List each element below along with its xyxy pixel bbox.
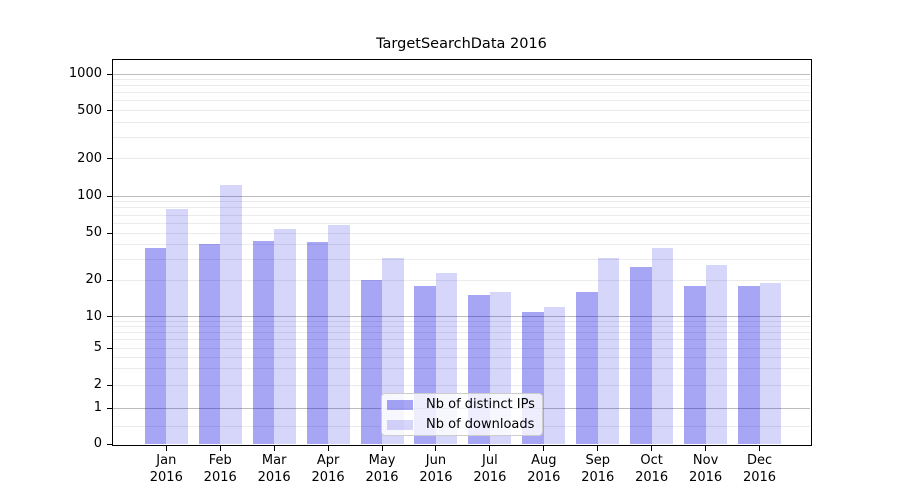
- y-tick-label: 5: [38, 340, 102, 356]
- y-tick-label: 50: [38, 225, 102, 241]
- x-tick-mark: [651, 446, 652, 451]
- y-tick-label: 1000: [38, 66, 102, 82]
- legend-label-downloads: Nb of downloads: [426, 417, 534, 432]
- bar-downloads-nov: [706, 265, 728, 444]
- gridline-minor: [113, 79, 810, 80]
- x-tick-label: Dec2016: [728, 453, 792, 486]
- bar-distinct-ips-dec: [738, 286, 760, 444]
- y-tick-label: 2: [38, 377, 102, 393]
- legend-swatch-downloads: [387, 420, 413, 430]
- gridline-minor: [113, 92, 810, 93]
- x-tick-mark: [597, 446, 598, 451]
- y-tick-label: 500: [38, 103, 102, 119]
- x-tick-year: 2016: [728, 470, 792, 487]
- y-tick-mark: [107, 233, 112, 234]
- bar-distinct-ips-oct: [630, 267, 652, 444]
- y-tick-mark: [107, 196, 112, 197]
- gridline-major: [113, 74, 810, 75]
- x-tick-mark: [382, 446, 383, 451]
- bar-downloads-jan: [166, 209, 188, 444]
- y-tick-label: 200: [38, 151, 102, 167]
- figure: TargetSearchData 2016 0 1 2 5 10 20 50 100 200 50…: [0, 0, 900, 500]
- x-tick-mark: [759, 446, 760, 451]
- bar-distinct-ips-apr: [307, 242, 329, 444]
- x-tick-mark: [705, 446, 706, 451]
- bar-downloads-dec: [760, 283, 782, 444]
- bar-downloads-feb: [220, 185, 242, 444]
- gridline-minor: [113, 158, 810, 159]
- gridline-minor: [113, 137, 810, 138]
- bar-downloads-apr: [328, 225, 350, 444]
- bar-distinct-ips-nov: [684, 286, 706, 444]
- gridline-major: [113, 196, 810, 197]
- y-tick-mark: [107, 158, 112, 159]
- bar-distinct-ips-mar: [253, 241, 275, 444]
- legend: Nb of distinct IPs Nb of downloads: [381, 393, 543, 436]
- gridline-minor: [113, 110, 810, 111]
- gridline-minor: [113, 85, 810, 86]
- x-tick-mark: [274, 446, 275, 451]
- x-tick-mark: [543, 446, 544, 451]
- bar-downloads-aug: [544, 307, 566, 444]
- bar-downloads-mar: [274, 229, 296, 444]
- bar-distinct-ips-feb: [199, 244, 221, 444]
- gridline-minor: [113, 215, 810, 216]
- x-tick-mark: [435, 446, 436, 451]
- legend-label-distinct-ips: Nb of distinct IPs: [426, 397, 535, 412]
- bar-distinct-ips-sep: [576, 292, 598, 444]
- gridline-minor: [113, 207, 810, 208]
- x-tick-mark: [220, 446, 221, 451]
- gridline-minor: [113, 223, 810, 224]
- y-tick-mark: [107, 280, 112, 281]
- y-tick-mark: [107, 110, 112, 111]
- x-tick-mark: [489, 446, 490, 451]
- bar-downloads-oct: [652, 248, 674, 444]
- y-tick-mark: [107, 316, 112, 317]
- gridline-minor: [113, 100, 810, 101]
- y-tick-mark: [107, 385, 112, 386]
- chart-title: TargetSearchData 2016: [113, 36, 810, 52]
- x-tick-mark: [166, 446, 167, 451]
- x-tick-month: Dec: [728, 453, 792, 470]
- gridline-minor: [113, 122, 810, 123]
- y-tick-mark: [107, 408, 112, 409]
- legend-item-distinct-ips: Nb of distinct IPs: [387, 395, 542, 415]
- y-tick-label: 20: [38, 272, 102, 288]
- y-tick-mark: [107, 348, 112, 349]
- legend-swatch-distinct-ips: [387, 400, 413, 410]
- x-tick-mark: [328, 446, 329, 451]
- bar-distinct-ips-jan: [145, 248, 167, 444]
- y-tick-label: 0: [38, 436, 102, 452]
- bar-downloads-sep: [598, 258, 620, 444]
- y-tick-mark: [107, 74, 112, 75]
- y-tick-label: 10: [38, 309, 102, 325]
- y-tick-label: 1: [38, 400, 102, 416]
- bar-distinct-ips-may: [361, 280, 383, 444]
- legend-item-downloads: Nb of downloads: [387, 415, 542, 435]
- y-tick-label: 100: [38, 188, 102, 204]
- gridline-minor: [113, 233, 810, 234]
- gridline-minor: [113, 201, 810, 202]
- y-tick-mark: [107, 444, 112, 445]
